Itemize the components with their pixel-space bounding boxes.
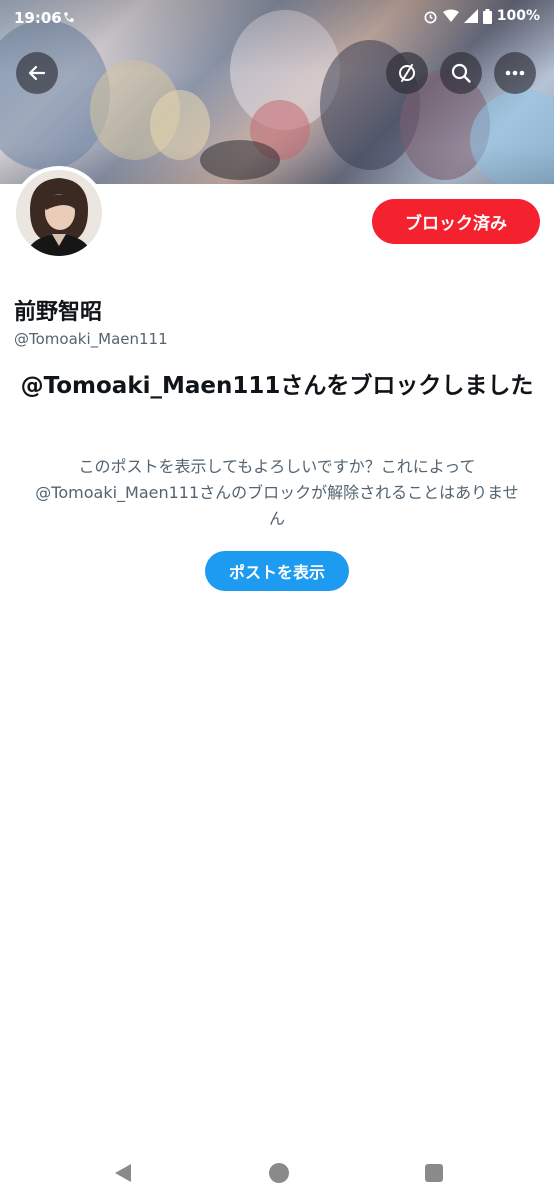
- back-arrow-icon: [28, 65, 46, 81]
- avatar[interactable]: [12, 166, 106, 260]
- system-nav-bar: [0, 1146, 554, 1200]
- view-posts-button[interactable]: ポストを表示: [205, 551, 349, 591]
- search-button[interactable]: [440, 52, 482, 94]
- status-right-group: 100%: [423, 8, 540, 24]
- status-bar: 19:06 100%: [0, 0, 554, 36]
- battery-percent: 100%: [496, 8, 540, 24]
- wifi-calling-icon: [62, 10, 76, 24]
- search-icon: [451, 63, 471, 83]
- nav-back-icon[interactable]: [114, 1163, 132, 1187]
- more-options-button[interactable]: [494, 52, 536, 94]
- display-name: 前野智昭: [14, 300, 103, 325]
- translate-icon: [399, 64, 415, 82]
- status-time: 19:06: [14, 9, 62, 27]
- blocked-button[interactable]: ブロック済み: [372, 199, 540, 244]
- blocked-message: このポストを表示してもよろしいですか？これによって@Tomoaki_Maen11…: [35, 457, 519, 528]
- back-button[interactable]: [16, 52, 58, 94]
- blocked-heading: @Tomoaki_Maen111さんをブロックしました: [20, 373, 534, 399]
- battery-icon: [482, 8, 492, 24]
- more-icon: [505, 70, 525, 76]
- user-handle: @Tomoaki_Maen111: [14, 330, 168, 348]
- translate-button[interactable]: [386, 52, 428, 94]
- alarm-icon: [423, 9, 438, 24]
- signal-icon: [463, 9, 478, 23]
- nav-home-icon[interactable]: [269, 1163, 289, 1183]
- wifi-icon: [442, 9, 459, 23]
- nav-recents-icon[interactable]: [425, 1164, 443, 1182]
